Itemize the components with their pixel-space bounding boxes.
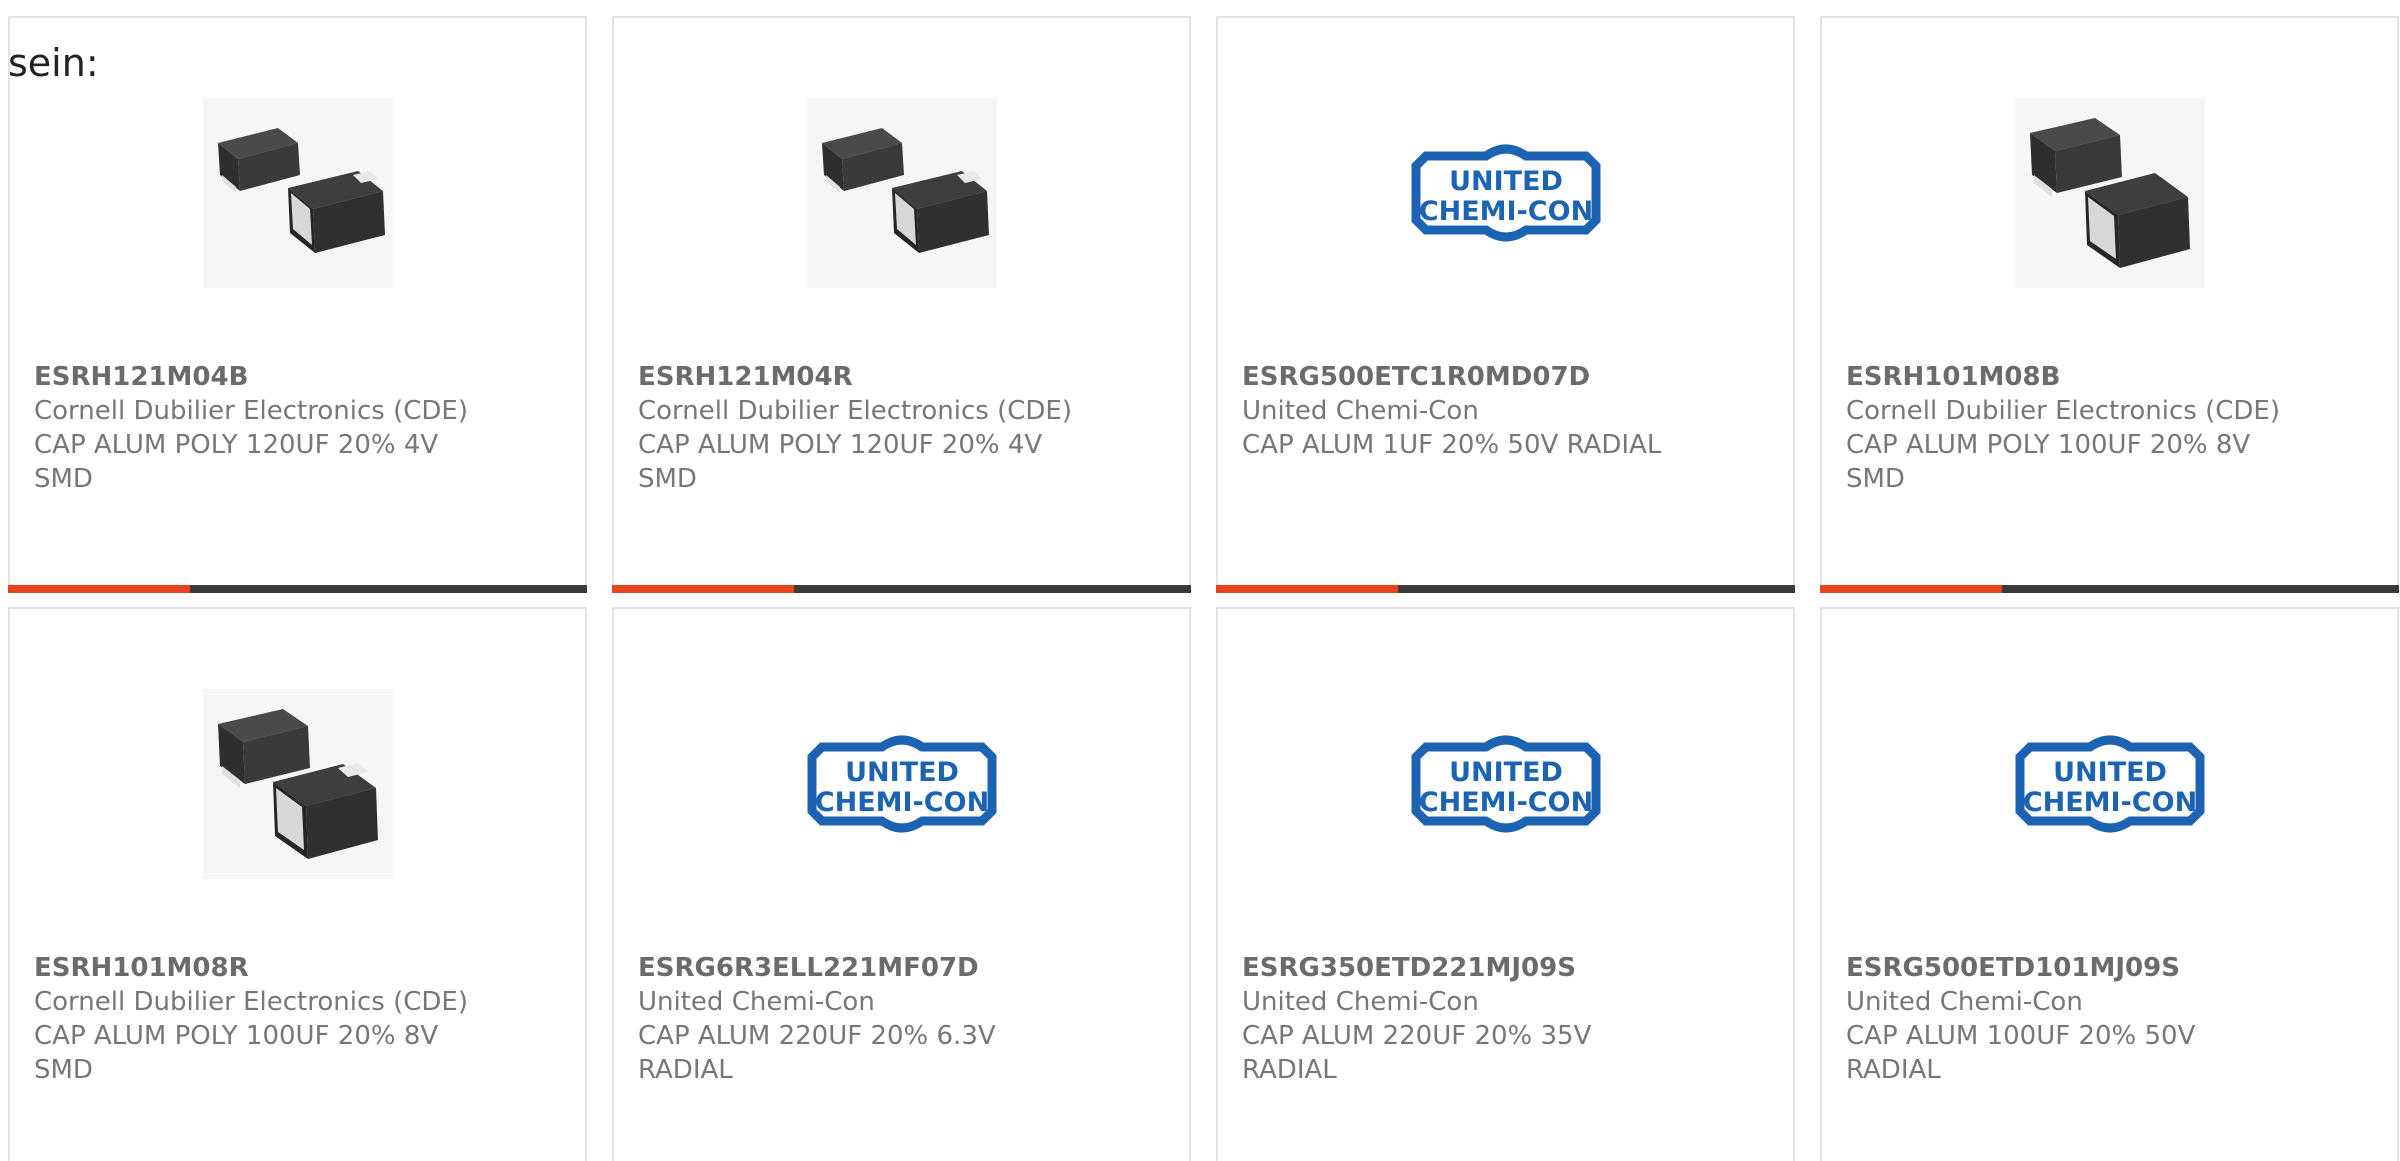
product-image[interactable]: UNITED CHEMI-CON — [614, 679, 1189, 889]
product-info: ESRG6R3ELL221MF07D United Chemi-Con CAP … — [638, 951, 1165, 1087]
manufacturer: Cornell Dubilier Electronics (CDE) — [34, 987, 468, 1017]
card-bottom-bar — [1820, 585, 2399, 593]
smd-capacitor-image — [806, 98, 997, 288]
product-info: ESRH121M04B Cornell Dubilier Electronics… — [34, 360, 561, 496]
manufacturer: Cornell Dubilier Electronics (CDE) — [638, 396, 1072, 426]
logo-line1: UNITED — [845, 757, 959, 788]
manufacturer: United Chemi-Con — [1242, 987, 1479, 1017]
logo-line2: CHEMI-CON — [1418, 787, 1592, 818]
product-grid: ESRH121M04B Cornell Dubilier Electronics… — [8, 16, 2400, 1161]
product-card[interactable]: ESRH121M04R Cornell Dubilier Electronics… — [612, 16, 1191, 593]
product-info: ESRG350ETD221MJ09S United Chemi-Con CAP … — [1242, 951, 1769, 1087]
product-info: ESRH101M08R Cornell Dubilier Electronics… — [34, 951, 561, 1087]
card-accent — [8, 585, 190, 593]
logo-line1: UNITED — [1449, 757, 1563, 788]
card-bottom-bar — [1216, 585, 1795, 593]
manufacturer: Cornell Dubilier Electronics (CDE) — [1846, 396, 2280, 426]
product-image[interactable] — [10, 679, 585, 889]
product-card[interactable]: ESRH101M08B Cornell Dubilier Electronics… — [1820, 16, 2399, 593]
logo-line2: CHEMI-CON — [2022, 787, 2196, 818]
smd-capacitor-image — [2014, 98, 2205, 288]
product-info: ESRH121M04R Cornell Dubilier Electronics… — [638, 360, 1165, 496]
part-number[interactable]: ESRG500ETD101MJ09S — [1846, 951, 2373, 985]
part-number[interactable]: ESRH101M08R — [34, 951, 561, 985]
product-info: ESRG500ETD101MJ09S United Chemi-Con CAP … — [1846, 951, 2373, 1087]
manufacturer: United Chemi-Con — [638, 987, 875, 1017]
product-grid-page: ESRH121M04B Cornell Dubilier Electronics… — [0, 0, 2400, 1161]
logo-line1: UNITED — [2053, 757, 2167, 788]
manufacturer: United Chemi-Con — [1242, 396, 1479, 426]
manufacturer: Cornell Dubilier Electronics (CDE) — [34, 396, 468, 426]
manufacturer: United Chemi-Con — [1846, 987, 2083, 1017]
logo-line2: CHEMI-CON — [1418, 196, 1592, 227]
description: CAP ALUM 220UF 20% 6.3V RADIAL — [638, 1021, 996, 1085]
product-image[interactable]: UNITED CHEMI-CON — [1218, 679, 1793, 889]
description: CAP ALUM 220UF 20% 35V RADIAL — [1242, 1021, 1592, 1085]
product-image[interactable] — [1822, 88, 2397, 298]
smd-capacitor-image — [202, 98, 393, 288]
product-card[interactable]: ESRH101M08R Cornell Dubilier Electronics… — [8, 607, 587, 1161]
product-card[interactable]: UNITED CHEMI-CON ESRG500ETD101MJ09S Unit… — [1820, 607, 2399, 1161]
description: CAP ALUM POLY 100UF 20% 8V SMD — [1846, 430, 2251, 494]
card-bottom-bar — [612, 585, 1191, 593]
description: CAP ALUM POLY 100UF 20% 8V SMD — [34, 1021, 439, 1085]
intro-text: sein: — [8, 41, 99, 85]
smd-capacitor-image — [202, 689, 393, 879]
card-accent — [1216, 585, 1398, 593]
product-card[interactable]: ESRH121M04B Cornell Dubilier Electronics… — [8, 16, 587, 593]
product-image[interactable] — [614, 88, 1189, 298]
product-image[interactable]: UNITED CHEMI-CON — [1218, 88, 1793, 298]
part-number[interactable]: ESRG500ETC1R0MD07D — [1242, 360, 1769, 394]
card-accent — [612, 585, 794, 593]
description: CAP ALUM 100UF 20% 50V RADIAL — [1846, 1021, 2196, 1085]
product-image[interactable]: UNITED CHEMI-CON — [1822, 679, 2397, 889]
description: CAP ALUM 1UF 20% 50V RADIAL — [1242, 430, 1662, 460]
part-number[interactable]: ESRH121M04B — [34, 360, 561, 394]
part-number[interactable]: ESRH101M08B — [1846, 360, 2373, 394]
card-bottom-bar — [8, 585, 587, 593]
part-number[interactable]: ESRG350ETD221MJ09S — [1242, 951, 1769, 985]
part-number[interactable]: ESRH121M04R — [638, 360, 1165, 394]
description: CAP ALUM POLY 120UF 20% 4V SMD — [34, 430, 439, 494]
logo-line2: CHEMI-CON — [814, 787, 988, 818]
product-info: ESRH101M08B Cornell Dubilier Electronics… — [1846, 360, 2373, 496]
description: CAP ALUM POLY 120UF 20% 4V SMD — [638, 430, 1043, 494]
product-info: ESRG500ETC1R0MD07D United Chemi-Con CAP … — [1242, 360, 1769, 462]
product-image[interactable] — [10, 88, 585, 298]
product-card[interactable]: UNITED CHEMI-CON ESRG500ETC1R0MD07D Unit… — [1216, 16, 1795, 593]
logo-line1: UNITED — [1449, 166, 1563, 197]
product-card[interactable]: UNITED CHEMI-CON ESRG6R3ELL221MF07D Unit… — [612, 607, 1191, 1161]
united-chemi-con-logo: UNITED CHEMI-CON — [807, 735, 996, 833]
united-chemi-con-logo: UNITED CHEMI-CON — [2015, 735, 2204, 833]
card-accent — [1820, 585, 2002, 593]
product-card[interactable]: UNITED CHEMI-CON ESRG350ETD221MJ09S Unit… — [1216, 607, 1795, 1161]
united-chemi-con-logo: UNITED CHEMI-CON — [1411, 735, 1600, 833]
united-chemi-con-logo: UNITED CHEMI-CON — [1411, 144, 1600, 242]
part-number[interactable]: ESRG6R3ELL221MF07D — [638, 951, 1165, 985]
